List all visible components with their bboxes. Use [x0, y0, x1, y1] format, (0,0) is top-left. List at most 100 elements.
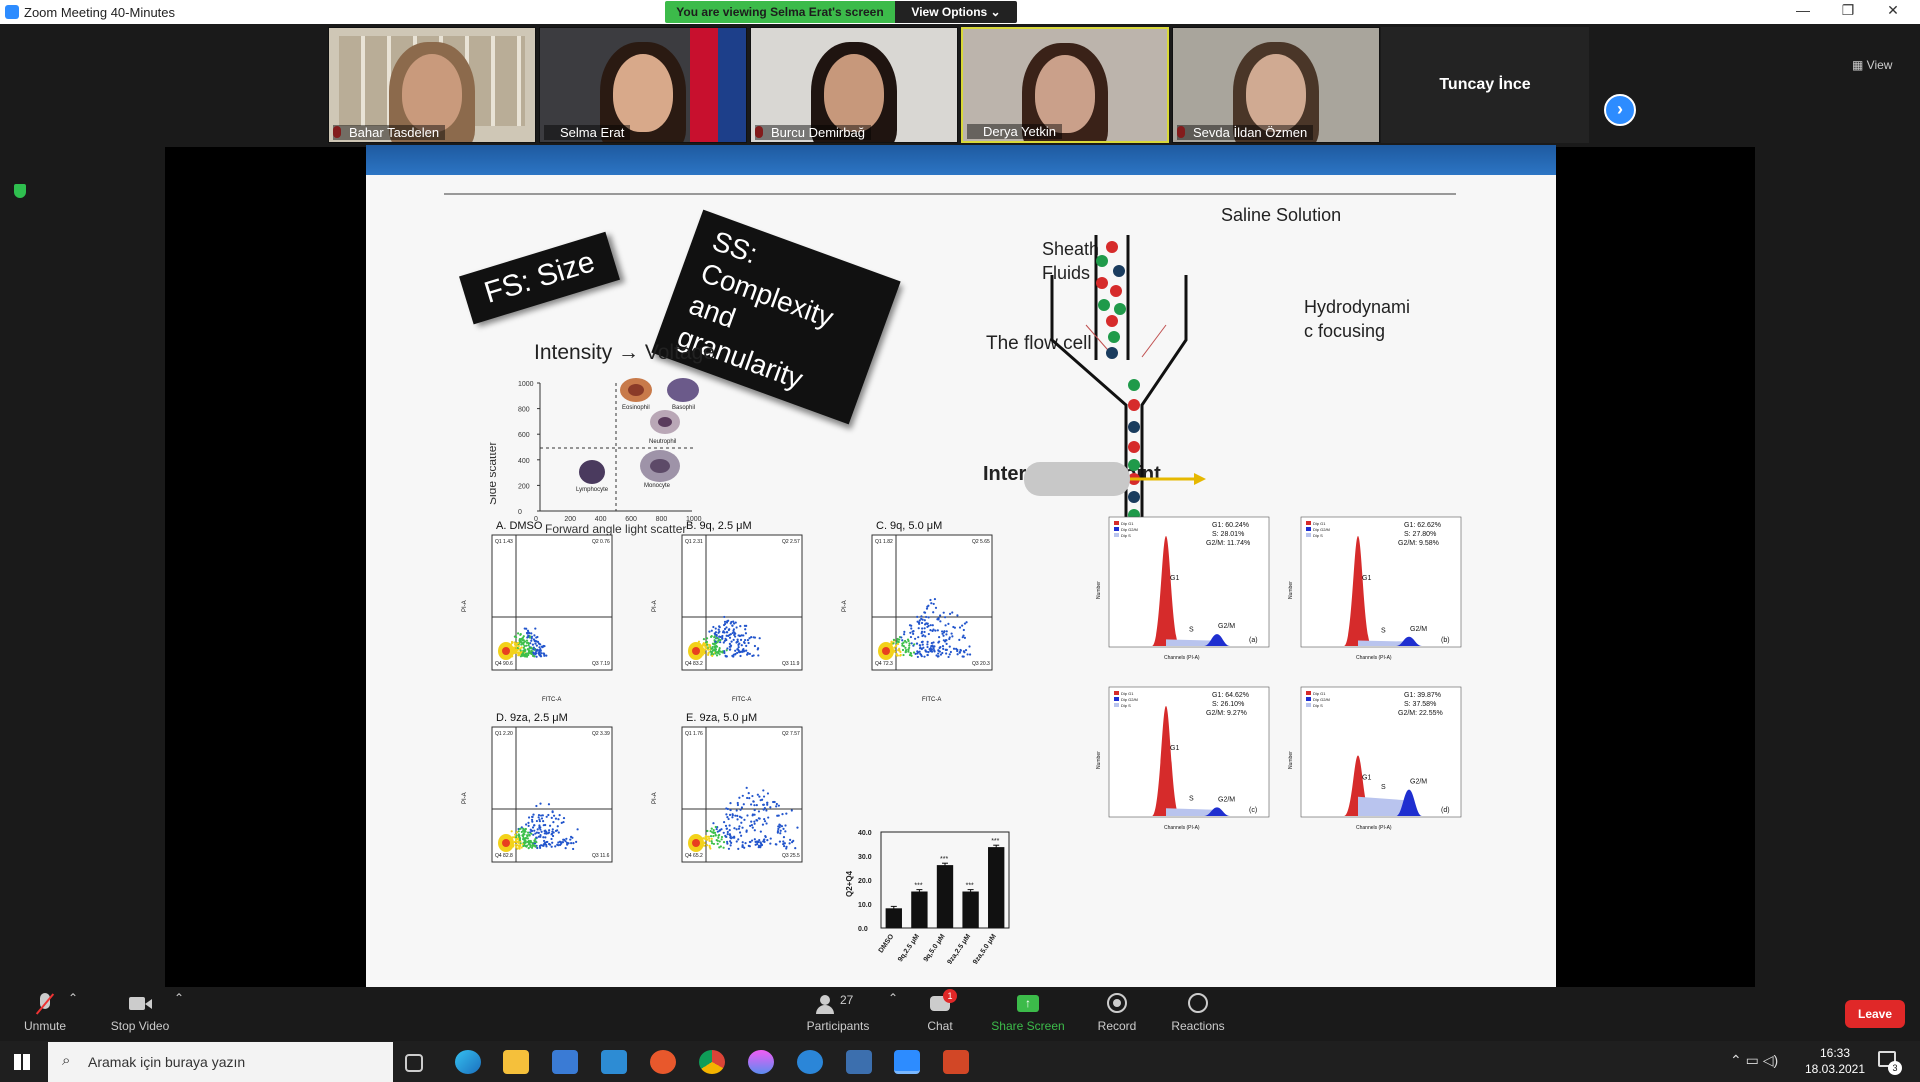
flow-dot: [733, 633, 736, 637]
flow-dot: [537, 813, 541, 817]
taskbar-clock[interactable]: 16:33 18.03.2021: [1800, 1045, 1870, 1077]
flow-dot: [525, 627, 528, 630]
intensity-voltage-text: Intensity → Voltage: [534, 341, 715, 364]
powerpoint-icon[interactable]: [943, 1050, 969, 1074]
flow-dot: [524, 836, 528, 840]
video-options-caret[interactable]: ⌃: [166, 987, 186, 1017]
participant-tile-no-video[interactable]: Tuncay İnce: [1381, 27, 1589, 143]
leave-button[interactable]: Leave: [1845, 1000, 1905, 1028]
flow-dot: [902, 645, 905, 648]
flow-dot: [528, 651, 531, 654]
zoom-taskbar-icon[interactable]: [894, 1050, 920, 1074]
flow-dot: [723, 639, 727, 642]
restore-button[interactable]: ❐: [1828, 2, 1868, 19]
flow-dot: [909, 631, 912, 634]
flow-dot: [763, 807, 766, 810]
internet-explorer-icon[interactable]: [797, 1050, 823, 1074]
flow-dot: [723, 620, 727, 623]
taskbar-search[interactable]: ⌕ Aramak için buraya yazın: [48, 1042, 393, 1082]
flow-dot: [755, 803, 758, 807]
flow-dot: [722, 831, 725, 834]
bar: [911, 891, 928, 929]
flow-dot: [723, 627, 727, 631]
flow-dot: [751, 813, 755, 816]
flow-q3: Q3 20.3: [972, 661, 990, 667]
flow-dot: [737, 827, 741, 830]
flow-dot: [743, 638, 747, 642]
reactions-button[interactable]: Reactions: [1153, 987, 1243, 1033]
flow-dot: [710, 629, 713, 632]
flow-dot: [750, 824, 754, 827]
flow-dot: [740, 644, 743, 647]
flow-dot: [925, 607, 929, 610]
flow-dot: [747, 792, 750, 795]
close-button[interactable]: ✕: [1873, 2, 1913, 19]
flow-dot: [750, 839, 754, 842]
app-icon-drop[interactable]: [748, 1050, 774, 1074]
flow-dot: [558, 814, 561, 817]
task-view-icon[interactable]: [405, 1054, 423, 1072]
clock-time: 16:33: [1819, 1046, 1851, 1060]
flow-dot: [789, 838, 792, 841]
flow-ylabel: PI-A: [462, 792, 468, 804]
flow-dot: [703, 652, 706, 655]
flow-dot: [715, 654, 719, 657]
next-page-button[interactable]: ›: [1604, 94, 1636, 126]
flow-dot: [516, 847, 519, 850]
hist-legend-swatch: [1114, 697, 1119, 701]
system-tray-icons[interactable]: ⌃ ▭ ◁): [1730, 1052, 1778, 1069]
file-explorer-icon[interactable]: [503, 1050, 529, 1074]
flow-dot: [535, 644, 538, 647]
flow-dot: [945, 630, 948, 633]
flow-dot: [900, 636, 903, 639]
windows-start-icon[interactable]: [14, 1054, 30, 1070]
edge-icon[interactable]: [455, 1050, 481, 1074]
participant-tile[interactable]: Bahar Tasdelen: [328, 27, 536, 143]
flow-dot: [737, 847, 740, 850]
flow-dot: [710, 827, 713, 830]
flow-dot: [517, 840, 520, 843]
flow-dot: [551, 811, 554, 814]
flow-dot: [712, 822, 715, 825]
participant-tile[interactable]: Selma Erat: [539, 27, 747, 143]
flow-dot: [942, 611, 945, 614]
store-icon[interactable]: [552, 1050, 578, 1074]
record-button[interactable]: Record: [1072, 987, 1162, 1033]
flow-dot: [728, 642, 732, 645]
flow-dot: [732, 620, 735, 623]
audio-options-caret[interactable]: ⌃: [60, 987, 80, 1017]
flow-dot: [784, 824, 787, 827]
flow-dot: [728, 645, 731, 648]
share-screen-label: Share Screen: [991, 1019, 1065, 1033]
g2m-label: G2/M: [1218, 623, 1235, 630]
flow-dot: [731, 624, 734, 627]
share-screen-button[interactable]: ↑ Share Screen: [983, 987, 1073, 1033]
flow-dot: [745, 649, 748, 652]
app-icon-orange[interactable]: [650, 1050, 676, 1074]
photos-icon[interactable]: [846, 1050, 872, 1074]
flow-dot: [949, 650, 952, 654]
flow-dot: [942, 647, 945, 650]
view-options-button[interactable]: View Options ⌄: [895, 1, 1017, 23]
flow-dot: [908, 644, 911, 647]
chrome-icon[interactable]: [699, 1050, 725, 1074]
flow-bead: [1128, 491, 1140, 503]
flow-dot: [779, 829, 782, 832]
flow-dot: [778, 840, 782, 843]
flow-dot: [769, 842, 772, 845]
participant-tile[interactable]: Sevda İldan Özmen: [1172, 27, 1380, 143]
participant-tile[interactable]: Burcu Demirbağ: [750, 27, 958, 143]
flow-dot: [757, 817, 760, 820]
flow-dot: [951, 611, 954, 614]
flow-dot: [726, 840, 729, 843]
chat-button[interactable]: 1 Chat: [895, 987, 985, 1033]
flow-bead: [1113, 265, 1125, 277]
flow-dot: [715, 634, 718, 637]
minimize-button[interactable]: —: [1783, 2, 1823, 18]
mail-icon[interactable]: [601, 1050, 627, 1074]
view-button[interactable]: ▦ View: [1852, 58, 1892, 72]
record-label: Record: [1097, 1019, 1137, 1033]
participants-button[interactable]: 27 Participants: [790, 987, 886, 1033]
flow-dot: [733, 631, 736, 634]
participant-tile-active-speaker[interactable]: Derya Yetkin: [961, 27, 1169, 143]
